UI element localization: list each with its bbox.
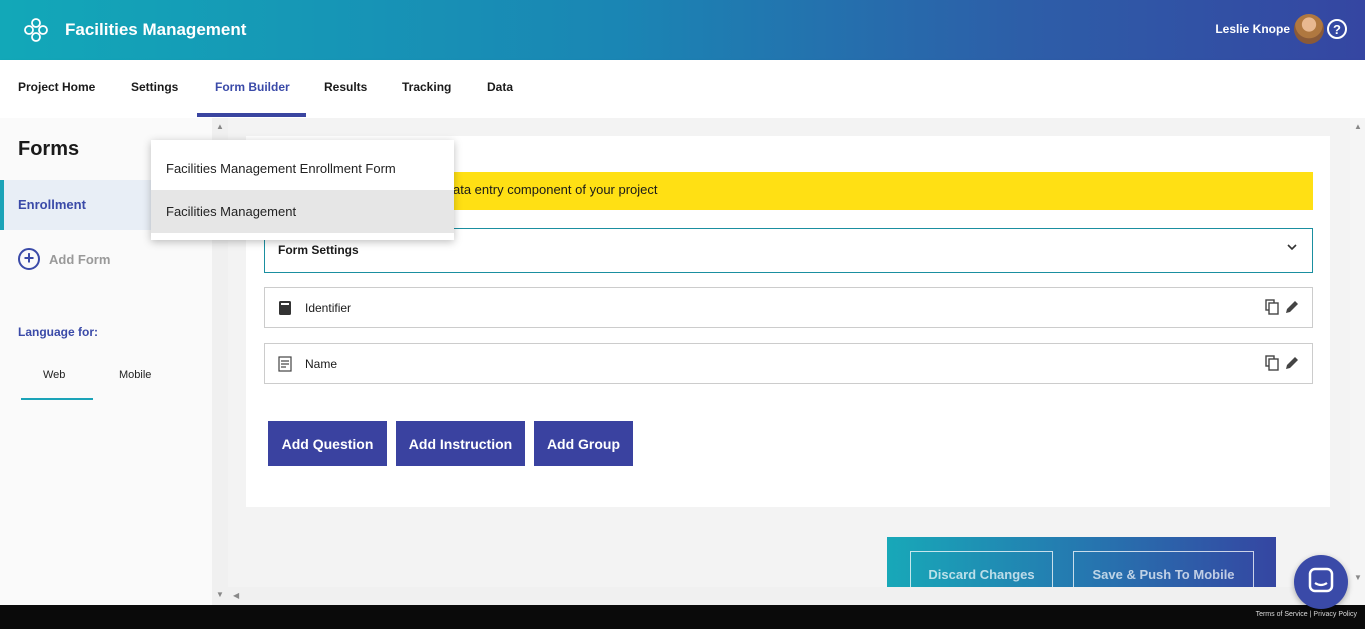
- form-settings-label: Form Settings: [278, 243, 359, 257]
- tab-settings[interactable]: Settings: [131, 60, 178, 118]
- chat-button[interactable]: [1294, 555, 1348, 609]
- question-row[interactable]: Name: [264, 343, 1313, 384]
- language-tab-indicator: [21, 398, 93, 400]
- language-label: Language for:: [18, 325, 98, 339]
- add-instruction-button[interactable]: Add Instruction: [396, 421, 525, 466]
- horizontal-scrollbar[interactable]: ◀: [228, 587, 1350, 605]
- tab-data[interactable]: Data: [487, 60, 513, 118]
- sidebar-item-label: Enrollment: [18, 197, 86, 212]
- id-card-icon: [279, 301, 291, 315]
- tab-results[interactable]: Results: [324, 60, 367, 118]
- scroll-up-icon[interactable]: ▲: [1354, 122, 1362, 131]
- tab-mobile[interactable]: Mobile: [119, 369, 151, 381]
- chevron-down-icon[interactable]: [1286, 241, 1298, 253]
- edit-icon[interactable]: [1284, 355, 1300, 371]
- copy-icon[interactable]: [1264, 355, 1280, 371]
- question-label: Identifier: [305, 301, 352, 315]
- question-actions: [1264, 355, 1300, 371]
- scroll-down-icon[interactable]: ▼: [1354, 573, 1362, 582]
- question-row[interactable]: Identifier: [264, 287, 1313, 328]
- avatar[interactable]: [1294, 14, 1324, 44]
- footer-links: Terms of Service | Privacy Policy: [1256, 611, 1357, 618]
- footer-separator: |: [1309, 611, 1312, 618]
- app-title: Facilities Management: [65, 20, 247, 39]
- add-group-button[interactable]: Add Group: [534, 421, 633, 466]
- add-form-button[interactable]: + Add Form: [18, 248, 110, 270]
- add-question-button[interactable]: Add Question: [268, 421, 387, 466]
- plus-circle-icon: +: [18, 248, 40, 270]
- footer: Terms of Service | Privacy Policy: [0, 605, 1365, 629]
- add-form-label: Add Form: [49, 251, 111, 267]
- scroll-up-icon[interactable]: ▲: [216, 122, 224, 131]
- question-actions: [1264, 299, 1300, 315]
- dropdown-option[interactable]: Facilities Management Enrollment Form: [151, 147, 454, 190]
- scroll-down-icon[interactable]: ▼: [216, 590, 224, 599]
- active-tab-indicator: [197, 113, 306, 117]
- forms-title: Forms: [18, 138, 80, 160]
- tab-tracking[interactable]: Tracking: [402, 60, 451, 118]
- notice-text: ata entry component of your project: [453, 182, 658, 197]
- vertical-scrollbar[interactable]: ▲ ▼: [1350, 118, 1365, 605]
- user-area[interactable]: Leslie Knope ?: [1215, 14, 1347, 44]
- privacy-link[interactable]: Privacy Policy: [1313, 611, 1357, 618]
- text-field-icon: [278, 356, 292, 372]
- tab-web[interactable]: Web: [43, 369, 65, 381]
- form-select-dropdown: Facilities Management Enrollment Form Fa…: [151, 140, 454, 240]
- help-icon[interactable]: ?: [1327, 19, 1347, 39]
- copy-icon[interactable]: [1264, 299, 1280, 315]
- tab-project-home[interactable]: Project Home: [18, 60, 95, 118]
- chat-icon: [1308, 567, 1334, 593]
- edit-icon[interactable]: [1284, 299, 1300, 315]
- user-name[interactable]: Leslie Knope: [1215, 22, 1290, 36]
- scroll-left-icon[interactable]: ◀: [233, 591, 239, 600]
- app-logo-icon: [22, 16, 50, 44]
- app-header: Facilities Management Leslie Knope ?: [0, 0, 1365, 60]
- dropdown-option-selected[interactable]: Facilities Management: [151, 190, 454, 233]
- main-nav: Project Home Settings Form Builder Resul…: [0, 60, 1365, 118]
- tab-form-builder[interactable]: Form Builder: [215, 60, 290, 118]
- terms-link[interactable]: Terms of Service: [1256, 611, 1308, 618]
- question-label: Name: [305, 357, 338, 371]
